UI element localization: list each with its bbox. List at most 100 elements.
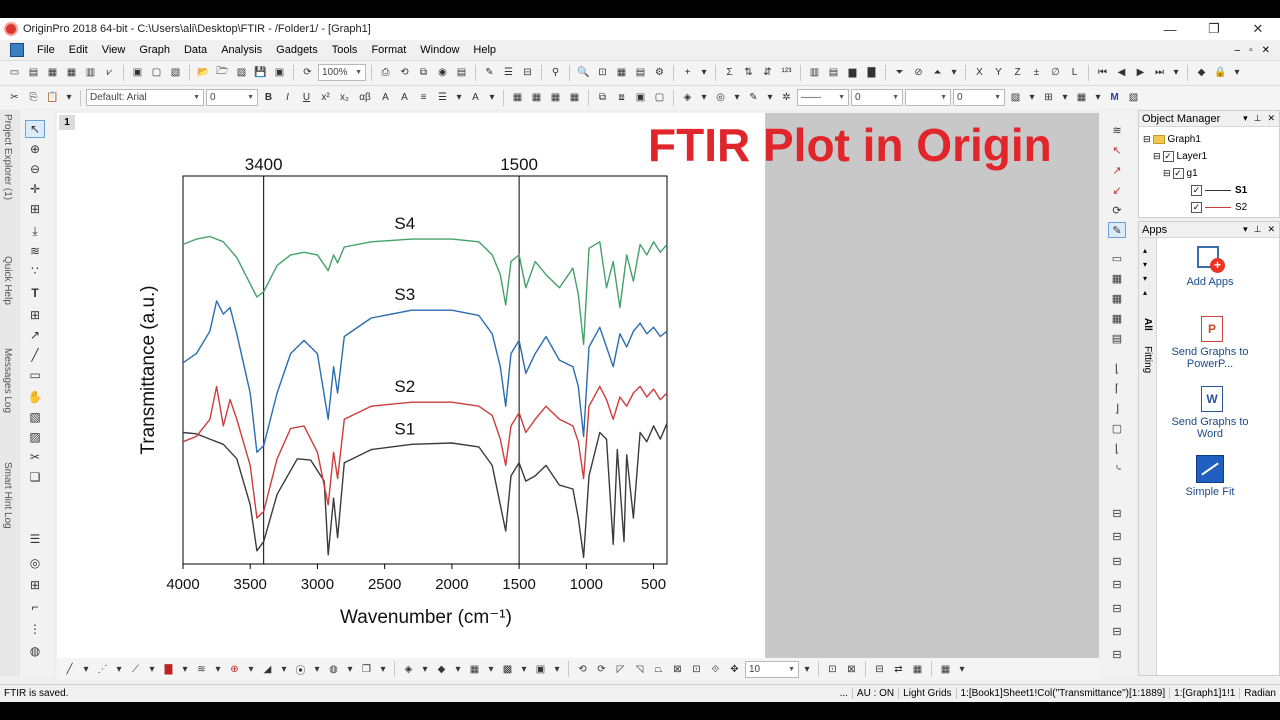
3d-wireframe-icon[interactable]: ▦ <box>466 661 483 678</box>
chevron-down-icon[interactable]: ▾ <box>1092 89 1104 106</box>
frequency-icon[interactable]: ▇ <box>863 64 880 81</box>
ruler-tool-icon[interactable]: ⋮ <box>25 620 45 638</box>
pattern-icon[interactable]: ◎ <box>712 89 729 106</box>
print-icon[interactable]: ⎙ <box>377 64 394 81</box>
area-plot-icon[interactable]: ◢ <box>259 661 276 678</box>
tab-all[interactable]: All <box>1142 318 1153 331</box>
mdi-restore-button[interactable]: ▫ <box>1249 45 1253 56</box>
open-template-icon[interactable]: 🗁 <box>214 64 231 81</box>
front-icon[interactable]: ▣ <box>632 89 649 106</box>
symbol-icon[interactable]: ✲ <box>778 89 795 106</box>
close-icon[interactable]: ✕ <box>1267 224 1275 235</box>
set-none-icon[interactable]: ∅ <box>1047 64 1064 81</box>
group-icon[interactable]: ⧉ <box>594 89 611 106</box>
pointer-tool-icon[interactable]: ↖ <box>25 120 45 138</box>
chevron-down-icon[interactable]: ▾ <box>311 661 323 678</box>
script-window-icon[interactable]: ✎ <box>481 64 498 81</box>
chevron-down-icon[interactable]: ▾ <box>377 661 389 678</box>
statistics-icon[interactable]: Σ <box>721 64 738 81</box>
grid-tool-icon[interactable]: ⊞ <box>25 576 45 594</box>
specialized-plot-icon[interactable]: ◍ <box>325 661 342 678</box>
line-plot-icon[interactable]: ╱ <box>61 661 78 678</box>
column-plot-icon[interactable]: ▇ <box>160 661 177 678</box>
set-label-icon[interactable]: L <box>1066 64 1083 81</box>
chevron-down-icon[interactable]: ▾ <box>1170 64 1182 81</box>
chevron-down-icon[interactable]: ▾ <box>518 661 530 678</box>
chevron-down-icon[interactable]: ▾ <box>486 89 498 106</box>
tree-expand-icon[interactable]: ⊟ <box>1153 151 1161 162</box>
menu-tools[interactable]: Tools <box>325 40 365 60</box>
prev-icon[interactable]: ◀ <box>1113 64 1130 81</box>
3d-plot-icon[interactable]: ❒ <box>358 661 375 678</box>
new-graph-icon[interactable]: ▥ <box>82 64 99 81</box>
chevron-down-icon[interactable]: ▾ <box>146 661 158 678</box>
new-matrix-icon[interactable]: ▦ <box>63 64 80 81</box>
tree-s2[interactable]: ✓ S2 <box>1191 199 1247 215</box>
lock-icon[interactable]: 🔒 <box>1212 64 1229 81</box>
insert-graph-tool-icon[interactable]: ▧ <box>25 408 45 426</box>
cell-format-icon[interactable]: ▦ <box>547 89 564 106</box>
font-name-combo[interactable]: Default: Arial ▼ <box>86 89 204 106</box>
recalculate-icon[interactable]: ⟳ <box>299 64 316 81</box>
next-icon[interactable]: ▶ <box>1132 64 1149 81</box>
tree-graph1[interactable]: ⊟ Graph1 <box>1143 131 1201 147</box>
chevron-down-icon[interactable]: ▾ <box>698 89 710 106</box>
new-function-icon[interactable]: ⩗ <box>101 64 118 81</box>
save-icon[interactable]: 💾 <box>252 64 269 81</box>
s2-checkbox[interactable]: ✓ <box>1191 201 1202 213</box>
align-bottom-icon[interactable]: ⊟ <box>1108 553 1126 569</box>
axis-box-icon[interactable]: ▢ <box>1108 420 1126 436</box>
tilt-left-icon[interactable]: ◸ <box>612 661 629 678</box>
refresh-icon[interactable]: ⟲ <box>396 64 413 81</box>
rectangle-tool-icon[interactable]: ▭ <box>25 366 45 384</box>
menu-edit[interactable]: Edit <box>62 40 95 60</box>
mdi-minimize-button[interactable]: – <box>1235 45 1241 56</box>
simple-fit-tile[interactable]: Simple Fit <box>1157 454 1263 498</box>
menu-view[interactable]: View <box>95 40 133 60</box>
template-library-icon[interactable]: ▣ <box>532 661 549 678</box>
underline-button[interactable]: U <box>298 89 315 106</box>
3d-scatter-icon[interactable]: ▩ <box>499 661 516 678</box>
add-apps-tile[interactable]: + Add Apps <box>1157 244 1263 288</box>
font-color-icon[interactable]: A <box>467 89 484 106</box>
zoom-combo[interactable]: 100% ▼ <box>318 64 366 81</box>
filter-clear-icon[interactable]: ⊘ <box>910 64 927 81</box>
open-excel-icon[interactable]: ▨ <box>233 64 250 81</box>
layer-tool-icon[interactable]: ❏ <box>25 468 45 486</box>
fill-cell-icon[interactable]: ▦ <box>509 89 526 106</box>
menu-gadgets[interactable]: Gadgets <box>269 40 325 60</box>
list-tool-icon[interactable]: ☰ <box>25 530 45 548</box>
scatter-plot-icon[interactable]: ⋰ <box>94 661 111 678</box>
unmask-icon[interactable]: ⊟ <box>871 661 888 678</box>
multi-curve-icon[interactable]: ≋ <box>193 661 210 678</box>
line-width-combo[interactable]: 0 ▼ <box>851 89 903 106</box>
align-left-icon[interactable]: ⊟ <box>1108 576 1126 592</box>
new-sheet-icon[interactable]: ▦ <box>44 64 61 81</box>
graph-export-icon[interactable]: ▤ <box>1108 330 1126 346</box>
chevron-down-icon[interactable]: ▾ <box>452 661 464 678</box>
chevron-down-icon[interactable]: ▾ <box>1231 64 1243 81</box>
pin-icon[interactable]: ⊥ <box>1254 113 1262 124</box>
s1-checkbox[interactable]: ✓ <box>1191 184 1202 196</box>
column-stats-icon[interactable]: ▥ <box>806 64 823 81</box>
hide-mask-icon[interactable]: ▦ <box>909 661 926 678</box>
chevron-down-icon[interactable]: ▾ <box>245 661 257 678</box>
align-left-icon[interactable]: ≡ <box>415 89 432 106</box>
rescale-icon[interactable]: ↖ <box>1108 142 1126 158</box>
results-log-icon[interactable]: ▤ <box>453 64 470 81</box>
symbol-size-combo[interactable]: ▼ <box>905 89 951 106</box>
ftir-chart[interactable]: 4000 3500 3000 2500 2000 1500 1000 500 3400 1500… <box>57 113 765 658</box>
3d-bar-icon[interactable]: ◆ <box>433 661 450 678</box>
menu-data[interactable]: Data <box>177 40 214 60</box>
zoom-in-icon[interactable]: 🔍 <box>575 64 592 81</box>
axis-bt-icon[interactable]: ⌎ <box>1108 460 1126 476</box>
mdi-close-button[interactable]: ✕ <box>1262 45 1270 56</box>
close-icon[interactable]: ✕ <box>1267 113 1275 124</box>
chevron-down-icon[interactable]: ▾ <box>113 661 125 678</box>
duplicate-icon[interactable]: ⧉ <box>415 64 432 81</box>
tree-layer1[interactable]: ⊟ ✓ Layer1 <box>1153 148 1207 164</box>
perspective-icon[interactable]: ⏢ <box>650 661 667 678</box>
mendeley-icon[interactable]: M <box>1106 89 1123 106</box>
italic-button[interactable]: I <box>279 89 296 106</box>
set-x-icon[interactable]: X <box>971 64 988 81</box>
